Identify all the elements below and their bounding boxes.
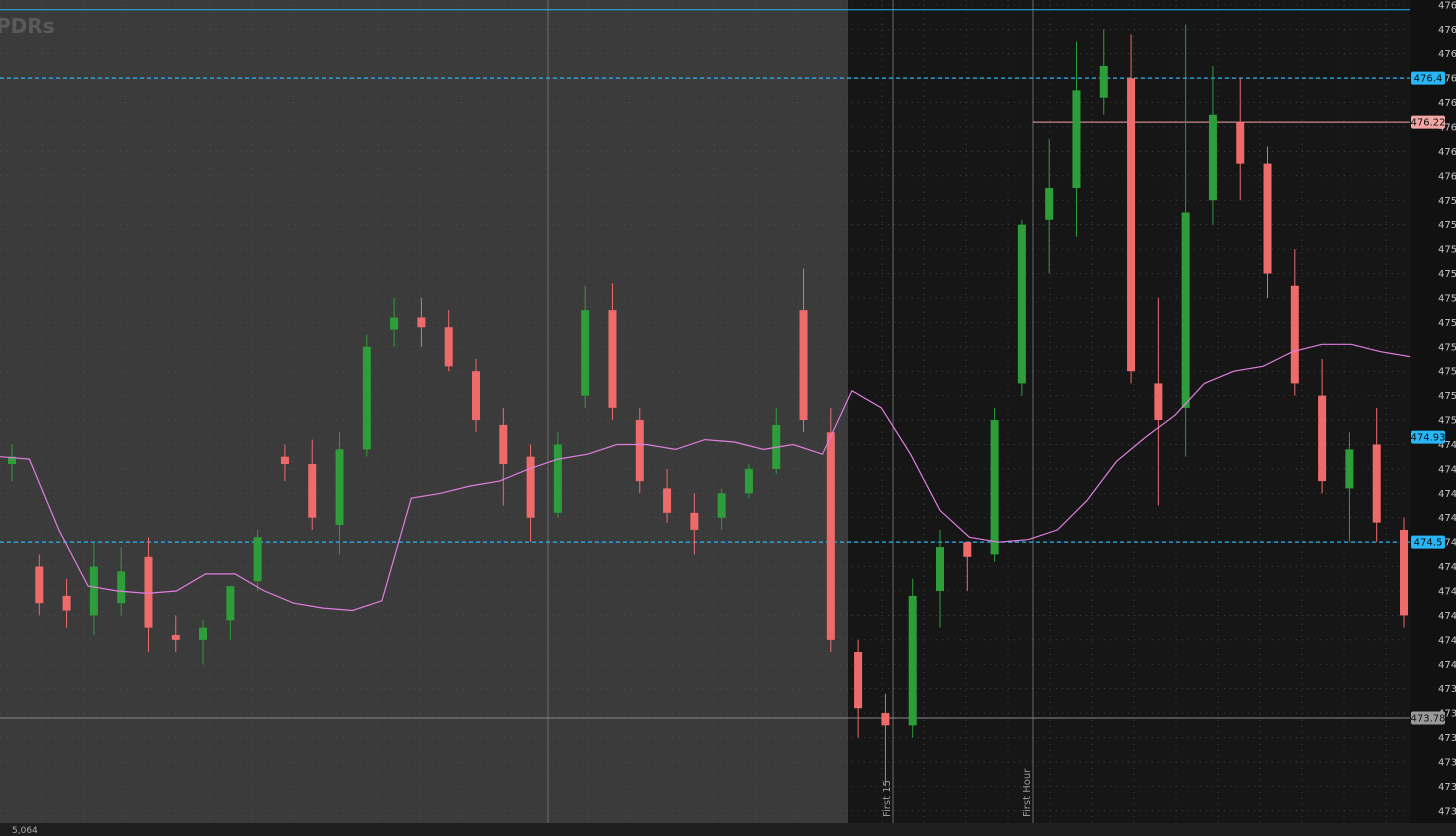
y-tick-label: 476.6 <box>1438 25 1456 36</box>
candle-body <box>1372 444 1381 523</box>
y-tick-label: 475.4 <box>1438 318 1456 329</box>
candle-body <box>744 468 753 494</box>
candle-body <box>990 420 999 555</box>
candle-body <box>908 595 917 726</box>
candle-body <box>826 432 835 640</box>
candle-body <box>390 317 399 330</box>
candle-body <box>608 310 617 408</box>
candle-body <box>280 456 289 465</box>
y-tick-label: 473.6 <box>1438 757 1456 768</box>
candle-body <box>335 449 344 526</box>
y-tick-label: 476.1 <box>1438 147 1456 158</box>
y-tick-label: 474.7 <box>1438 489 1456 500</box>
footer-bar <box>0 823 1456 836</box>
y-tick-label: 473.4 <box>1438 806 1456 817</box>
candle-body <box>1127 78 1136 372</box>
candle-body <box>717 493 726 518</box>
y-tick-label: 474.3 <box>1438 586 1456 597</box>
candle-body <box>963 542 972 557</box>
candle-body <box>881 713 890 726</box>
candle-body <box>499 424 508 465</box>
price-badge-label: 474.5 <box>1414 538 1443 549</box>
y-tick-label: 475.7 <box>1438 245 1456 256</box>
candle-body <box>1072 90 1081 189</box>
candle-body <box>171 634 180 640</box>
candle-body <box>226 586 235 621</box>
price-chart[interactable]: First 15 First Hour 473.4 473.5 473.6 473.7 4… <box>0 0 1456 836</box>
candle-body <box>690 512 699 530</box>
y-tick-label: 476.5 <box>1438 49 1456 60</box>
candle-body <box>199 627 208 640</box>
y-tick-label: 474.1 <box>1438 635 1456 646</box>
candle-body <box>444 327 453 367</box>
candle-body <box>1045 188 1054 220</box>
y-tick-label: 475 <box>1438 416 1456 427</box>
candle-body <box>1263 163 1272 274</box>
price-badge-label: 473.78 <box>1411 713 1446 724</box>
candle-body <box>1318 395 1327 482</box>
y-tick-label: 474.8 <box>1438 464 1456 475</box>
marker-label: First Hour <box>1022 768 1033 817</box>
y-tick-label: 474 <box>1438 660 1456 671</box>
candle-body <box>1400 529 1408 616</box>
y-tick-label: 475.1 <box>1438 391 1456 402</box>
y-tick-label: 475.6 <box>1438 269 1456 280</box>
y-tick-label: 476.3 <box>1438 98 1456 109</box>
candle-body <box>1290 285 1299 384</box>
candle-body <box>936 547 944 591</box>
premarket-background <box>0 0 848 823</box>
y-tick-label: 474.4 <box>1438 562 1456 573</box>
y-tick-label: 475.3 <box>1438 342 1456 353</box>
y-tick-label: 473.5 <box>1438 782 1456 793</box>
candle-body <box>581 310 590 396</box>
footer-volume: 5,064 <box>12 826 38 836</box>
y-tick-label: 475.5 <box>1438 293 1456 304</box>
candle-body <box>362 346 371 450</box>
candle-body <box>417 317 426 328</box>
price-badge-label: 476.4 <box>1414 74 1443 85</box>
candle-body <box>253 537 262 582</box>
candle-body <box>1236 122 1245 164</box>
watermark-logo: PDRs <box>0 14 55 38</box>
y-tick-label: 473.9 <box>1438 684 1456 695</box>
y-tick-label: 475.9 <box>1438 196 1456 207</box>
y-tick-label: 473.7 <box>1438 733 1456 744</box>
candle-body <box>854 652 863 709</box>
candle-body <box>89 566 98 616</box>
y-tick-label: 475.8 <box>1438 220 1456 231</box>
candle-body <box>1208 114 1217 201</box>
candle-body <box>35 566 44 604</box>
candle-body <box>1017 224 1026 384</box>
candle-body <box>1154 383 1163 421</box>
price-badge-label: 476.22 <box>1411 118 1446 129</box>
candle-body <box>635 420 644 482</box>
candle-body <box>117 571 126 604</box>
marker-label: First 15 <box>882 780 893 817</box>
y-tick-label: 474.2 <box>1438 611 1456 622</box>
y-tick-label: 474.6 <box>1438 513 1456 524</box>
y-tick-label: 475.2 <box>1438 367 1456 378</box>
candle-body <box>308 464 317 518</box>
candle-body <box>1345 449 1354 489</box>
chart-canvas[interactable]: First 15 First Hour 473.4 473.5 473.6 473.7 4… <box>0 0 1456 836</box>
candle-body <box>799 310 808 421</box>
price-badge-label: 474.93 <box>1411 433 1446 444</box>
y-tick-label: 476 <box>1438 171 1456 182</box>
candle-body <box>144 556 153 628</box>
candle-body <box>553 444 562 513</box>
candle-body <box>1099 65 1108 98</box>
candle-body <box>663 488 672 513</box>
y-tick-label: 476.7 <box>1438 0 1456 11</box>
candle-body <box>62 595 71 611</box>
candle-body <box>472 371 480 421</box>
candle-body <box>1181 212 1190 408</box>
candle-body <box>526 456 535 518</box>
